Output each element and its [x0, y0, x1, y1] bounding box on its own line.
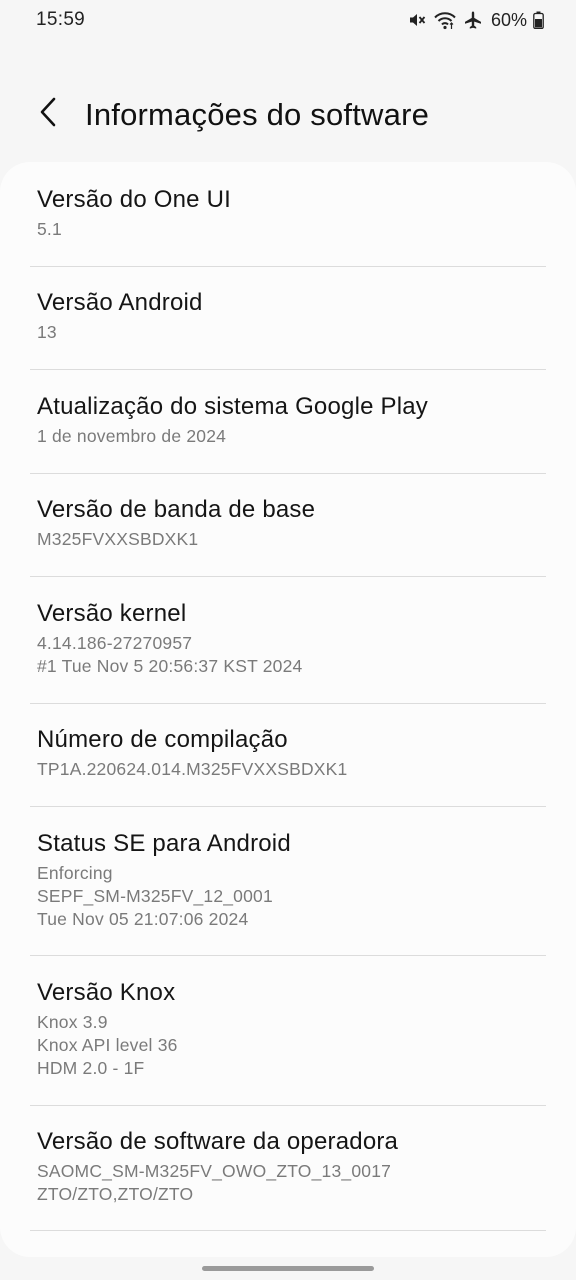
- divider: [30, 1105, 546, 1106]
- divider: [30, 266, 546, 267]
- list-item-kernel-version[interactable]: Versão kernel 4.14.186-27270957 #1 Tue N…: [37, 599, 547, 678]
- status-bar: 15:59 60%: [0, 0, 576, 40]
- list-item-value: 13: [37, 322, 57, 342]
- list-item-baseband-version[interactable]: Versão de banda de base M325FVXXSBDXK1: [37, 495, 547, 551]
- list-item-title: Versão Knox: [37, 979, 176, 1006]
- list-item-value: TP1A.220624.014.M325FVXXSBDXK1: [37, 759, 348, 779]
- list-item-value: Enforcing: [37, 863, 113, 883]
- page-title: Informações do software: [85, 97, 430, 132]
- divider: [30, 473, 546, 474]
- home-indicator[interactable]: [202, 1266, 374, 1271]
- battery-percentage: 60%: [490, 9, 527, 30]
- divider: [30, 576, 546, 577]
- divider: [30, 1230, 546, 1231]
- divider: [30, 806, 546, 807]
- wifi-icon: [433, 10, 457, 30]
- list-item-value: SAOMC_SM-M325FV_OWO_ZTO_13_0017: [37, 1161, 392, 1181]
- list-item-value: 1 de novembro de 2024: [37, 426, 227, 446]
- list-item-value: SEPF_SM-M325FV_12_0001: [37, 886, 273, 906]
- list-item-build-number[interactable]: Número de compilação TP1A.220624.014.M32…: [37, 725, 547, 781]
- divider: [30, 955, 546, 956]
- mute-icon: [407, 10, 427, 30]
- airplane-mode-icon: [463, 10, 483, 30]
- list-item-value: Knox 3.9: [37, 1012, 108, 1032]
- list-item-value: Knox API level 36: [37, 1035, 178, 1055]
- status-icons: 60%: [407, 8, 544, 32]
- list-item-value: 4.14.186-27270957: [37, 633, 193, 653]
- list-item-android-version[interactable]: Versão Android 13: [37, 288, 547, 344]
- list-item-value: M325FVXXSBDXK1: [37, 529, 199, 549]
- divider: [30, 703, 546, 704]
- list-item-title: Versão Android: [37, 289, 203, 316]
- list-item-se-android-status[interactable]: Status SE para Android Enforcing SEPF_SM…: [37, 829, 547, 931]
- list-item-value: ZTO/ZTO,ZTO/ZTO: [37, 1184, 194, 1204]
- software-info-list: Versão do One UI 5.1 Versão Android 13 A…: [0, 162, 576, 1257]
- back-button[interactable]: [28, 94, 68, 134]
- app-header: Informações do software: [0, 80, 576, 152]
- list-item-title: Versão do One UI: [37, 186, 231, 213]
- list-item-value: Tue Nov 05 21:07:06 2024: [37, 909, 249, 929]
- list-item-title: Versão de banda de base: [37, 496, 316, 523]
- list-item-carrier-software-version[interactable]: Versão de software da operadora SAOMC_SM…: [37, 1127, 547, 1206]
- list-item-value: 5.1: [37, 219, 62, 239]
- battery-icon: [533, 11, 544, 29]
- list-item-title: Número de compilação: [37, 726, 288, 753]
- list-item-title: Status SE para Android: [37, 830, 291, 857]
- chevron-left-icon: [38, 96, 58, 133]
- list-item-value: #1 Tue Nov 5 20:56:37 KST 2024: [37, 656, 303, 676]
- list-item-title: Atualização do sistema Google Play: [37, 393, 429, 420]
- status-time: 15:59: [36, 9, 86, 30]
- list-item-knox-version[interactable]: Versão Knox Knox 3.9 Knox API level 36 H…: [37, 978, 547, 1080]
- list-item-one-ui-version[interactable]: Versão do One UI 5.1: [37, 185, 547, 241]
- list-item-title: Versão kernel: [37, 600, 187, 627]
- list-item-value: HDM 2.0 - 1F: [37, 1058, 145, 1078]
- list-item-google-play-update[interactable]: Atualização do sistema Google Play 1 de …: [37, 392, 547, 448]
- list-item-title: Versão de software da operadora: [37, 1128, 399, 1155]
- divider: [30, 369, 546, 370]
